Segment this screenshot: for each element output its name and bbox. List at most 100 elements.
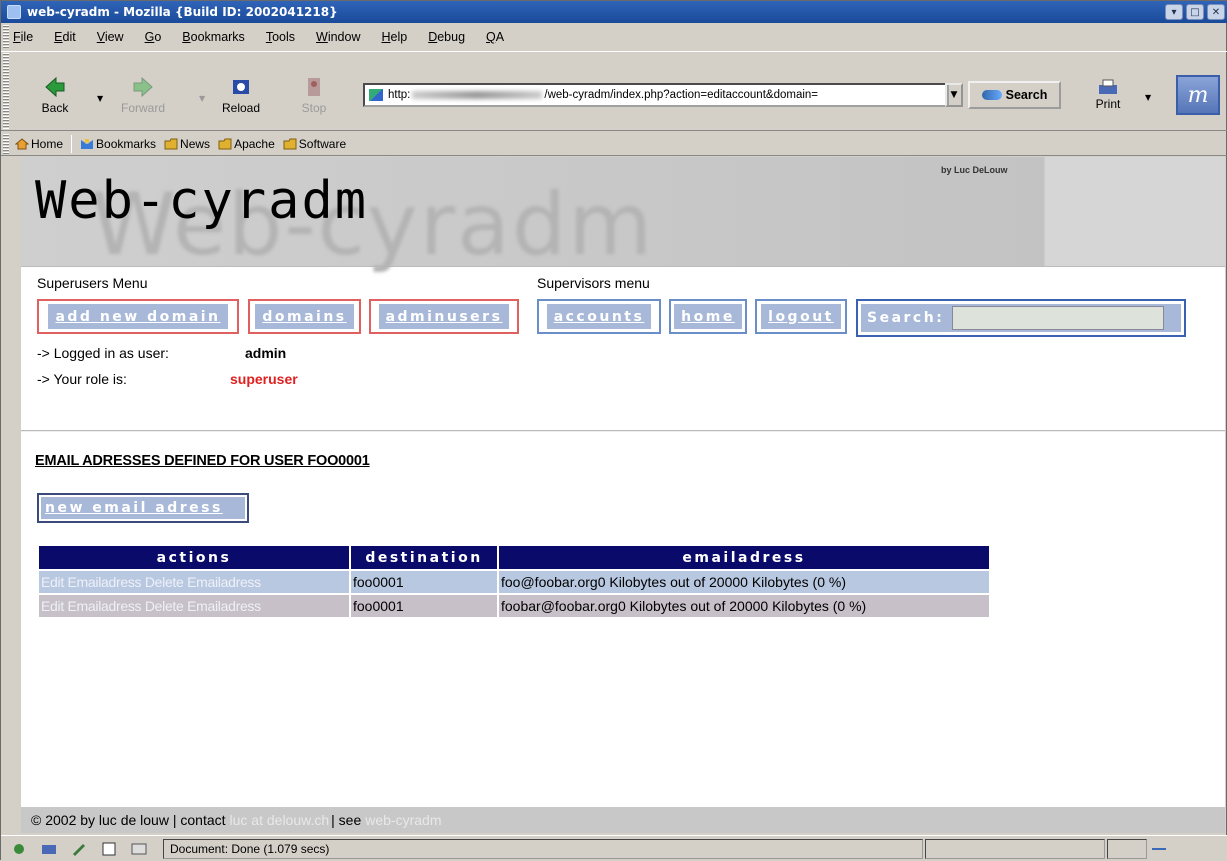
software-folder[interactable]: Software: [283, 137, 346, 151]
menu-bar: File Edit View Go Bookmarks Tools Window…: [13, 25, 525, 49]
news-label: News: [180, 136, 211, 151]
bookmarks-icon: [81, 138, 94, 149]
edit-emailadress-link[interactable]: Edit Emailadress: [41, 598, 142, 614]
folder-icon: [283, 138, 297, 149]
role-label: -> Your role is:: [37, 371, 127, 387]
logged-in-line: -> Logged in as user: admin: [37, 345, 286, 361]
back-dropdown-icon[interactable]: ▼: [97, 94, 103, 103]
maximize-button[interactable]: □: [1186, 4, 1204, 20]
menubar-grip[interactable]: [3, 25, 9, 49]
logout-button[interactable]: logout: [755, 299, 847, 334]
forward-button[interactable]: Forward: [115, 76, 171, 115]
horizontal-divider: [21, 430, 1225, 432]
menu-help[interactable]: Help: [381, 30, 407, 44]
stop-button[interactable]: Stop: [286, 76, 342, 115]
window-title: web-cyradm - Mozilla {Build ID: 20020412…: [27, 5, 338, 19]
minimize-button[interactable]: ▾: [1165, 4, 1183, 20]
role-line: -> Your role is: superuser: [37, 371, 298, 387]
add-new-domain-button[interactable]: add new domain: [37, 299, 239, 334]
add-new-domain-label: add new domain: [48, 304, 228, 329]
column-header-destination: destination: [351, 546, 497, 569]
stop-label: Stop: [301, 101, 327, 115]
stop-icon: [308, 78, 320, 96]
search-button[interactable]: Search: [968, 81, 1061, 109]
personal-toolbar: Home Bookmarks News Apache Software: [1, 132, 1227, 156]
delete-emailadress-link[interactable]: Delete Emailadress: [145, 598, 261, 614]
menu-go[interactable]: Go: [145, 30, 162, 44]
menu-view[interactable]: View: [97, 30, 124, 44]
destination-cell: foo0001: [351, 571, 497, 593]
news-folder[interactable]: News: [164, 137, 210, 151]
table-row: Edit Emailadress Delete Emailadress foo0…: [39, 571, 989, 593]
menu-edit[interactable]: Edit: [54, 30, 76, 44]
forward-dropdown-icon[interactable]: ▼: [199, 94, 205, 103]
page-footer: © 2002 by luc de louw | contact luc at d…: [21, 807, 1225, 833]
mozilla-throbber-icon[interactable]: m: [1176, 75, 1220, 115]
menu-tools[interactable]: Tools: [266, 30, 295, 44]
emailadress-cell: foobar@foobar.org0 Kilobytes out of 2000…: [499, 595, 989, 617]
chat-icon[interactable]: [131, 842, 147, 856]
menu-file[interactable]: File: [13, 30, 33, 44]
composer-icon[interactable]: [71, 842, 87, 856]
mail-icon[interactable]: [41, 842, 57, 856]
apache-label: Apache: [234, 136, 275, 151]
bookmarks-menu[interactable]: Bookmarks: [80, 137, 156, 151]
adminusers-button[interactable]: adminusers: [369, 299, 519, 334]
back-label: Back: [41, 101, 69, 115]
mozilla-app-icon[interactable]: [7, 5, 21, 19]
home-button-label: home: [674, 304, 742, 329]
footer-web-cyradm-link[interactable]: web-cyradm: [365, 812, 441, 828]
search-input[interactable]: [952, 306, 1165, 330]
url-history-dropdown[interactable]: ▼: [945, 83, 963, 107]
print-dropdown-icon[interactable]: ▼: [1145, 93, 1151, 102]
header-banner: Web-cyradm Web-cyradm by Luc DeLouw: [21, 157, 1225, 275]
back-arrow-icon: [45, 76, 65, 98]
logged-in-username: admin: [245, 345, 287, 361]
home-label: Home: [31, 136, 64, 151]
back-button[interactable]: Back: [27, 76, 83, 115]
folder-icon: [218, 138, 232, 149]
address-book-icon[interactable]: [101, 842, 117, 856]
home-button[interactable]: home: [669, 299, 747, 334]
domains-button[interactable]: domains: [248, 299, 361, 334]
menu-bookmarks[interactable]: Bookmarks: [182, 30, 245, 44]
supervisors-menu-label: Supervisors menu: [537, 275, 650, 291]
domains-label: domains: [255, 304, 354, 329]
toolbar-separator: [71, 134, 73, 153]
edit-emailadress-link[interactable]: Edit Emailadress: [41, 574, 142, 590]
delete-emailadress-link[interactable]: Delete Emailadress: [145, 574, 261, 590]
menu-window[interactable]: Window: [316, 30, 360, 44]
close-button[interactable]: ✕: [1207, 4, 1225, 20]
url-path: /web-cyradm/index.php?action=editaccount…: [544, 89, 819, 101]
destination-cell: foo0001: [351, 595, 497, 617]
new-email-address-button[interactable]: new email adress: [37, 493, 249, 523]
accounts-button[interactable]: accounts: [537, 299, 661, 334]
online-status-icon[interactable]: [1151, 842, 1167, 856]
footer-contact-link[interactable]: luc at delouw.ch: [230, 812, 330, 828]
title-bar: web-cyradm - Mozilla {Build ID: 20020412…: [1, 1, 1227, 23]
status-panel: [925, 838, 1105, 859]
url-prefix: http:: [388, 89, 411, 101]
print-button[interactable]: Print: [1086, 79, 1130, 111]
status-message: Document: Done (1.079 secs): [163, 838, 923, 859]
home-link[interactable]: Home: [15, 137, 63, 151]
email-addresses-table: actions destination emailadress Edit Ema…: [37, 544, 991, 619]
apache-folder[interactable]: Apache: [218, 137, 275, 151]
reload-button[interactable]: Reload: [213, 76, 269, 115]
menu-debug[interactable]: Debug: [428, 30, 465, 44]
adminusers-label: adminusers: [378, 304, 510, 329]
search-label: Search: [1005, 88, 1048, 102]
new-email-address-label: new email adress: [41, 497, 245, 519]
superusers-menu-label: Superusers Menu: [37, 275, 148, 291]
menu-qa[interactable]: QA: [486, 30, 504, 44]
logout-label: logout: [761, 304, 841, 329]
bookmarks-label: Bookmarks: [96, 136, 157, 151]
role-value: superuser: [230, 371, 298, 387]
logged-in-label: -> Logged in as user:: [37, 345, 169, 361]
url-bar[interactable]: http: /web-cyradm/index.php?action=edita…: [363, 83, 949, 107]
navigator-icon[interactable]: [11, 842, 27, 856]
site-icon: [369, 89, 383, 101]
folder-icon: [164, 138, 178, 149]
security-panel: [1107, 838, 1147, 859]
search-icon: [981, 90, 1002, 100]
